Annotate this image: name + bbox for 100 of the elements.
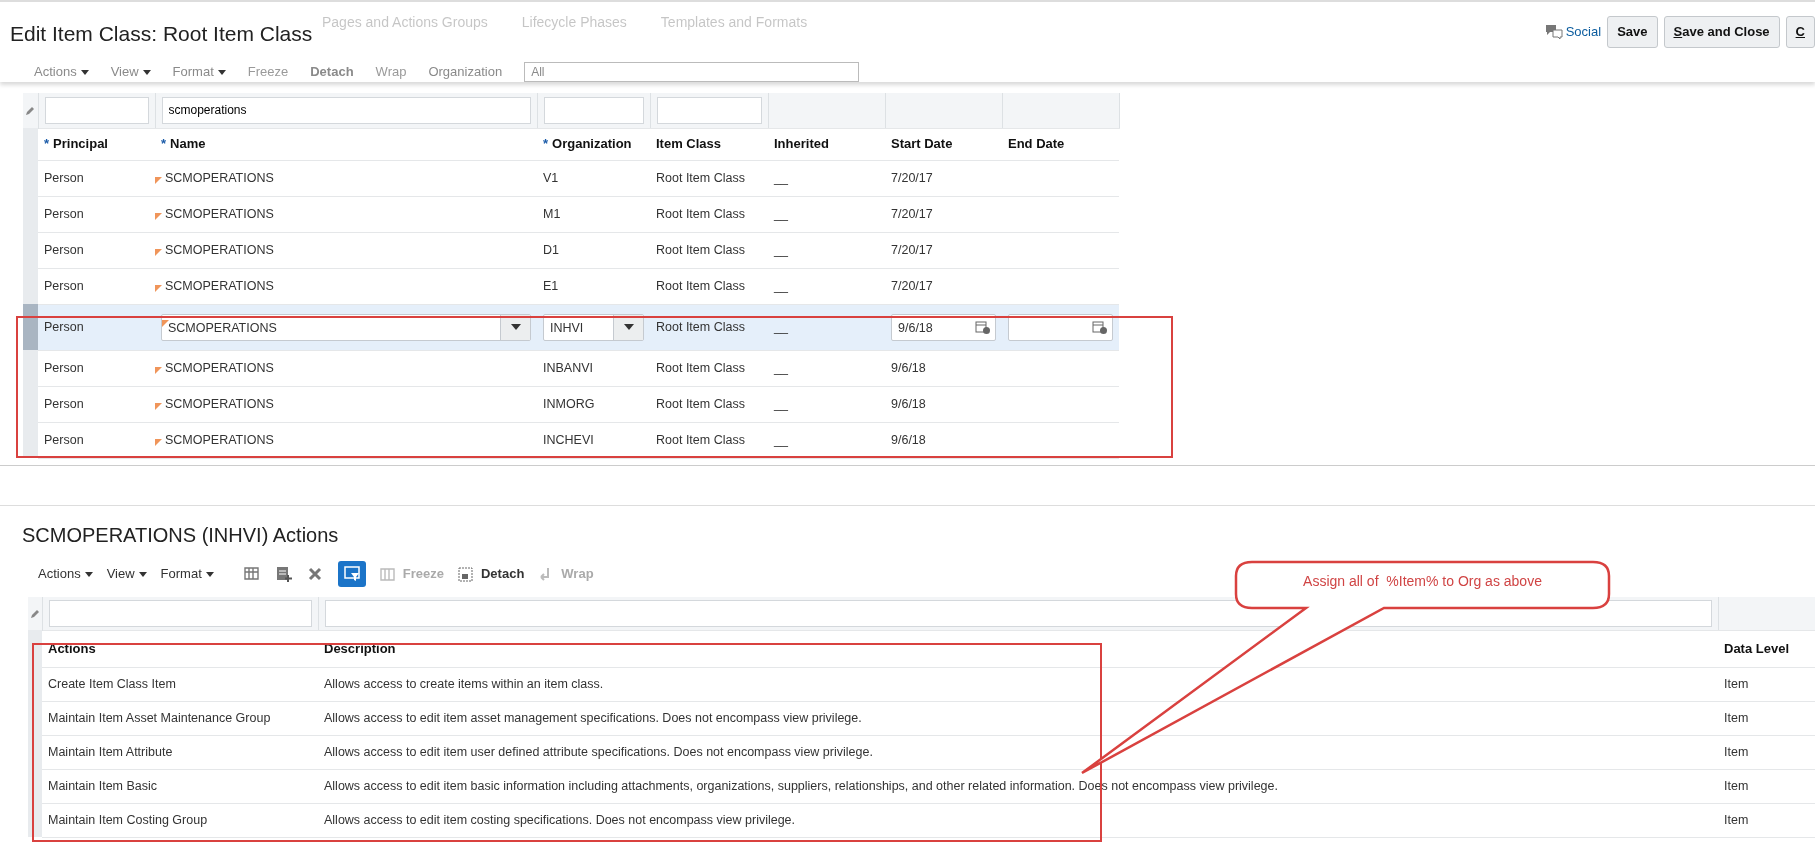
corner-flag-icon	[162, 319, 169, 327]
header-button[interactable]: C	[1785, 16, 1815, 48]
table-cell: D1	[537, 232, 650, 268]
table-cell: 9/6/18	[885, 350, 1002, 386]
table-cell: Root Item Class	[650, 160, 768, 196]
menu-button[interactable]: View	[106, 564, 147, 584]
caret-icon	[80, 69, 89, 75]
table-cell: __	[768, 268, 885, 304]
table-row[interactable]: Person SCMOPERATIONS INBANVI Root Item Class __ 9/6/18	[23, 350, 1119, 386]
column-header: End Date	[1002, 128, 1119, 160]
corner-flag-icon	[155, 248, 162, 256]
header-button[interactable]: Save and Close	[1663, 16, 1780, 48]
table-cell: 7/20/17	[885, 196, 1002, 232]
pencil-icon	[25, 105, 36, 116]
table-cell: __	[768, 422, 885, 458]
table-cell: Maintain Item Attribute	[42, 735, 318, 769]
pencil-icon	[29, 608, 40, 619]
table-cell: __	[768, 196, 885, 232]
filter-field[interactable]: scmoperations	[161, 96, 531, 124]
required-mark: *	[161, 136, 167, 152]
table-cell: Allows access to edit item costing specifications. Does not encompass view privilege.	[318, 803, 1718, 837]
corner-flag-icon	[155, 438, 162, 446]
table-cell: Item	[1718, 701, 1815, 735]
filter-field[interactable]	[44, 96, 149, 124]
table-cell: Root Item Class	[650, 196, 768, 232]
table-cell: M1	[537, 196, 650, 232]
filter-icon[interactable]	[343, 566, 360, 582]
table-cell: Create Item Class Item	[42, 667, 318, 701]
table-cell: SCMOPERATIONS	[165, 432, 274, 447]
table-row[interactable]: Person SCMOPERATIONS INHVI Root Item Class __ 9/6/18	[23, 304, 1119, 350]
caret-icon	[84, 571, 93, 577]
table-cell: SCMOPERATIONS	[165, 242, 274, 257]
table-cell: 7/20/17	[885, 160, 1002, 196]
date-field[interactable]: 9/6/18	[891, 313, 996, 341]
date-field[interactable]	[1008, 313, 1113, 341]
column-header: Actions	[42, 630, 318, 667]
calendar-icon[interactable]	[1092, 319, 1108, 335]
table-cell: SCMOPERATIONS	[165, 360, 274, 375]
table-cell: Item	[1718, 803, 1815, 837]
name-select[interactable]: SCMOPERATIONS	[161, 313, 531, 341]
table-cell: SCMOPERATIONS	[165, 396, 274, 411]
detach-icon	[457, 566, 473, 582]
table-cell: Item	[1718, 667, 1815, 701]
caret-icon	[217, 69, 226, 75]
table-cell: Root Item Class	[650, 350, 768, 386]
table-cell: Maintain Item Costing Group	[42, 803, 318, 837]
table-cell: Person	[38, 350, 155, 386]
table-row[interactable]: Person SCMOPERATIONS V1 Root Item Class __ 7/20/17	[23, 160, 1119, 196]
table-cell: Root Item Class	[650, 422, 768, 458]
table-cell: INMORG	[537, 386, 650, 422]
filter-field[interactable]	[656, 96, 762, 124]
filter-button[interactable]	[337, 561, 366, 587]
table-cell: __	[768, 350, 885, 386]
menu-button[interactable]: Actions	[34, 62, 89, 82]
freeze-columns-icon	[379, 566, 395, 582]
column-header: Start Date	[885, 128, 1002, 160]
filter-field[interactable]	[48, 599, 312, 627]
table-cell: SCMOPERATIONS	[165, 278, 274, 293]
corner-flag-icon	[155, 366, 162, 374]
table-cell: INBANVI	[537, 350, 650, 386]
table-cell: __	[768, 232, 885, 268]
table-row[interactable]: Person SCMOPERATIONS E1 Root Item Class __ 7/20/17	[23, 268, 1119, 304]
required-mark: *	[543, 136, 549, 152]
toolbar-button[interactable]: Detach	[457, 564, 525, 584]
column-header: Principal	[53, 136, 108, 152]
table-row[interactable]: Person SCMOPERATIONS D1 Root Item Class __ 7/20/17	[23, 232, 1119, 268]
menu-button[interactable]: Format	[160, 564, 214, 584]
column-header: Data Level	[1718, 630, 1815, 667]
table-row[interactable]: Person SCMOPERATIONS INMORG Root Item Class __ 9/6/18	[23, 386, 1119, 422]
columns-icon[interactable]	[243, 566, 260, 582]
calendar-icon[interactable]	[975, 319, 991, 335]
table-cell: Person	[38, 304, 155, 350]
menu-button[interactable]: Format	[172, 62, 226, 82]
table-cell: SCMOPERATIONS	[165, 206, 274, 221]
table-cell: __	[768, 160, 885, 196]
table-cell: E1	[537, 268, 650, 304]
caret-icon[interactable]	[623, 324, 634, 330]
menu-button[interactable]: View	[110, 62, 151, 82]
column-header: Organization	[552, 136, 632, 152]
table-row[interactable]: Person SCMOPERATIONS M1 Root Item Class __ 7/20/17	[23, 196, 1119, 232]
filter-field[interactable]	[543, 96, 644, 124]
section-title: SCMOPERATIONS (INHVI) Actions	[21, 523, 340, 547]
table-cell: V1	[537, 160, 650, 196]
menu-button[interactable]: Actions	[38, 564, 93, 584]
table-cell: Person	[38, 196, 155, 232]
organization-select[interactable]: INHVI	[543, 313, 644, 341]
table-cell: Item	[1718, 769, 1815, 803]
table-cell: 7/20/17	[885, 232, 1002, 268]
table-cell: 7/20/17	[885, 268, 1002, 304]
social-link[interactable]: Social	[1544, 22, 1602, 42]
column-header: Item Class	[650, 128, 768, 160]
corner-flag-icon	[155, 212, 162, 220]
organization-select[interactable]: All	[524, 62, 860, 82]
table-cell: Maintain Item Asset Maintenance Group	[42, 701, 318, 735]
add-row-icon[interactable]	[275, 566, 292, 582]
caret-icon[interactable]	[510, 324, 521, 330]
header-button[interactable]: Save	[1607, 16, 1658, 48]
field-label: Organization	[428, 63, 503, 82]
table-row[interactable]: Person SCMOPERATIONS INCHEVI Root Item Class __ 9/6/18	[23, 422, 1119, 458]
close-icon[interactable]	[307, 567, 322, 581]
